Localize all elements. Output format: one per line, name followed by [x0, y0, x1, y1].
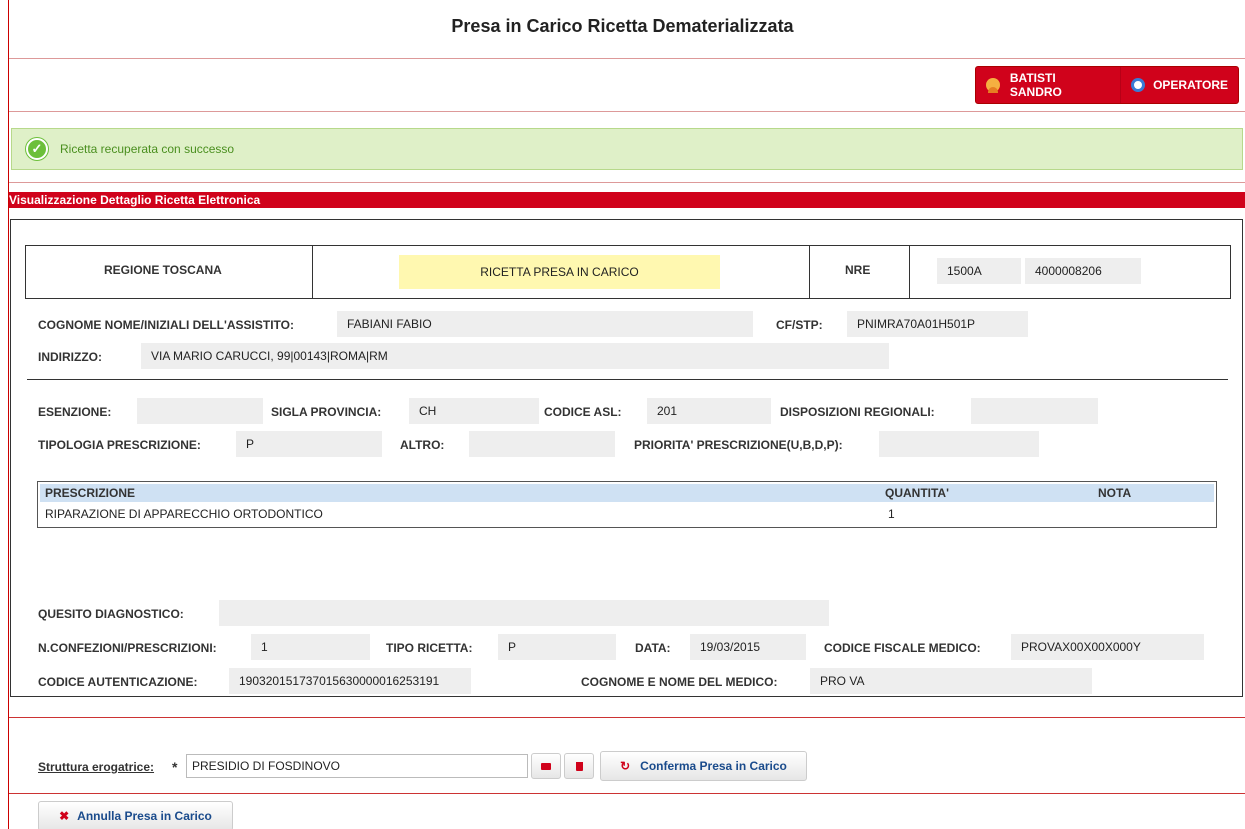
cf-medico-value: PROVAX00X00X000Y [1011, 634, 1204, 660]
user-toolbar: BATISTI SANDRO OPERATORE [975, 66, 1239, 104]
required-mark: * [172, 759, 178, 775]
column-header-quantita: QUANTITA' [885, 486, 949, 500]
table-row: RIPARAZIONE DI APPARECCHIO ORTODONTICO 1 [40, 505, 1214, 523]
header-separator [909, 246, 910, 298]
altro-label: ALTRO: [400, 438, 445, 452]
left-border-line [8, 0, 9, 829]
status-badge: RICETTA PRESA IN CARICO [399, 255, 720, 289]
address-label: INDIRIZZO: [38, 350, 102, 364]
trash-icon [575, 761, 583, 771]
confezioni-label: N.CONFEZIONI/PRESCRIZIONI: [38, 641, 217, 655]
title-divider [9, 58, 1245, 59]
tipo-ricetta-value: P [498, 634, 616, 660]
column-header-prescrizione: PRESCRIZIONE [45, 486, 136, 500]
cancel-button[interactable]: ✖ Annulla Presa in Carico [38, 801, 233, 829]
prescription-table-header: PRESCRIZIONE QUANTITA' NOTA [40, 484, 1214, 502]
folder-icon [541, 762, 551, 770]
disposizioni-label: DISPOSIZIONI REGIONALI: [780, 405, 935, 419]
asl-label: CODICE ASL: [544, 405, 622, 419]
cancel-button-label: Annulla Presa in Carico [77, 809, 212, 823]
quesito-value [219, 600, 829, 626]
nre-part2: 4000008206 [1025, 258, 1141, 284]
quesito-label: QUESITO DIAGNOSTICO: [38, 607, 184, 621]
refresh-icon: ↻ [620, 759, 631, 773]
close-icon: ✖ [59, 809, 70, 823]
section-divider [27, 379, 1228, 380]
confirm-button[interactable]: ↻ Conferma Presa in Carico [600, 751, 807, 781]
header-separator [312, 246, 313, 298]
asl-value: 201 [647, 398, 771, 424]
address-value: VIA MARIO CARUCCI, 99|00143|ROMA|RM [141, 343, 889, 369]
priorita-value [879, 431, 1039, 457]
struttura-label: Struttura erogatrice: [38, 760, 155, 774]
esenzione-value [137, 398, 263, 424]
region-label: REGIONE TOSCANA [104, 263, 222, 277]
tipo-ricetta-label: TIPO RICETTA: [386, 641, 473, 655]
user-button[interactable]: BATISTI SANDRO [976, 67, 1120, 103]
message-divider [9, 182, 1245, 183]
auth-code-label: CODICE AUTENTICAZIONE: [38, 675, 198, 689]
auth-code-value: 190320151737015630000016253191 [229, 668, 471, 694]
esenzione-label: ESENZIONE: [38, 405, 112, 419]
patient-name-value: FABIANI FABIO [337, 311, 753, 337]
cell-quantita: 1 [888, 507, 895, 521]
cf-value: PNIMRA70A01H501P [847, 311, 1028, 337]
form-divider [9, 717, 1245, 718]
user-name: BATISTI SANDRO [1009, 71, 1062, 99]
check-icon: ✓ [26, 138, 48, 160]
struttura-input[interactable]: PRESIDIO DI FOSDINOVO [186, 754, 528, 778]
tipologia-label: TIPOLOGIA PRESCRIZIONE: [38, 438, 201, 452]
cf-label: CF/STP: [776, 318, 823, 332]
sigla-value: CH [409, 398, 539, 424]
altro-value [469, 431, 615, 457]
bottom-divider [9, 793, 1245, 794]
globe-icon [1131, 78, 1146, 92]
cf-medico-label: CODICE FISCALE MEDICO: [824, 641, 981, 655]
user-icon [986, 78, 1000, 93]
delete-button[interactable] [564, 753, 594, 779]
section-title: Visualizzazione Dettaglio Ricetta Elettr… [9, 192, 1245, 208]
open-folder-button[interactable] [531, 753, 561, 779]
confirm-button-label: Conferma Presa in Carico [640, 759, 787, 773]
patient-name-label: COGNOME NOME/INIZIALI DELL'ASSISTITO: [38, 318, 294, 332]
user-role: OPERATORE [1153, 78, 1228, 92]
sigla-label: SIGLA PROVINCIA: [271, 405, 382, 419]
medico-name-value: PRO VA [810, 668, 1092, 694]
medico-name-label: COGNOME E NOME DEL MEDICO: [581, 675, 778, 689]
nre-label: NRE [845, 263, 871, 277]
success-message: ✓ Ricetta recuperata con successo [11, 128, 1243, 170]
disposizioni-value [971, 398, 1098, 424]
cell-prescrizione: RIPARAZIONE DI APPARECCHIO ORTODONTICO [45, 507, 323, 521]
data-label: DATA: [635, 641, 671, 655]
nre-part1: 1500A [937, 258, 1021, 284]
header-separator [809, 246, 810, 298]
tipologia-value: P [236, 431, 382, 457]
success-text: Ricetta recuperata con successo [60, 142, 235, 156]
column-header-nota: NOTA [1098, 486, 1132, 500]
data-value: 19/03/2015 [690, 634, 806, 660]
toolbar-divider [9, 111, 1245, 112]
confezioni-value: 1 [251, 634, 370, 660]
priorita-label: PRIORITA' PRESCRIZIONE(U,B,D,P): [634, 438, 843, 452]
page-title: Presa in Carico Ricetta Dematerializzata [451, 16, 794, 36]
role-button[interactable]: OPERATORE [1120, 67, 1238, 103]
